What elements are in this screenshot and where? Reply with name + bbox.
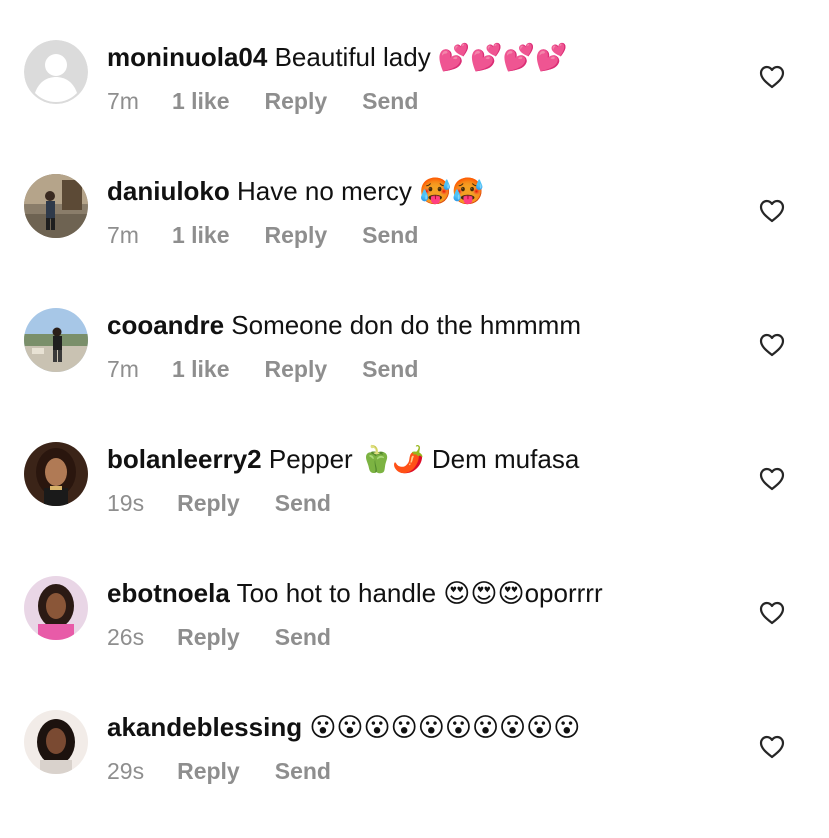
user-avatar[interactable] — [24, 576, 88, 640]
comment-time: 7m — [107, 222, 139, 248]
send-button[interactable]: Send — [362, 88, 418, 115]
reply-button[interactable]: Reply — [265, 356, 328, 383]
comment-time: 7m — [107, 88, 139, 114]
comment-username[interactable]: akandeblessing — [107, 712, 302, 742]
send-button[interactable]: Send — [275, 758, 331, 785]
send-button[interactable]: Send — [275, 624, 331, 651]
comment-text: Have no mercy 🥵🥵 — [237, 176, 484, 206]
comment-text: Too hot to handle 😍😍😍oporrrr — [236, 578, 603, 608]
user-avatar[interactable] — [24, 442, 88, 506]
heart-outline-icon[interactable] — [759, 333, 785, 357]
send-button[interactable]: Send — [362, 356, 418, 383]
comment-text: 😮😮😮😮😮😮😮😮😮😮 — [309, 712, 581, 742]
reply-button[interactable]: Reply — [265, 222, 328, 249]
comment-username[interactable]: daniuloko — [107, 176, 230, 206]
likes-count-link[interactable]: 1 like — [172, 222, 230, 249]
send-button[interactable]: Send — [362, 222, 418, 249]
comment-username[interactable]: cooandre — [107, 310, 224, 340]
reply-button[interactable]: Reply — [177, 758, 240, 785]
heart-outline-icon[interactable] — [759, 601, 785, 625]
reply-button[interactable]: Reply — [177, 490, 240, 517]
comment-time: 7m — [107, 356, 139, 382]
heart-outline-icon[interactable] — [759, 467, 785, 491]
comment-text: Someone don do the hmmmm — [231, 310, 581, 340]
heart-outline-icon[interactable] — [759, 735, 785, 759]
send-button[interactable]: Send — [275, 490, 331, 517]
comment-username[interactable]: moninuola04 — [107, 42, 267, 72]
reply-button[interactable]: Reply — [265, 88, 328, 115]
user-avatar[interactable] — [24, 308, 88, 372]
user-avatar[interactable] — [24, 174, 88, 238]
likes-count-link[interactable]: 1 like — [172, 356, 230, 383]
comment-time: 29s — [107, 758, 145, 784]
heart-outline-icon[interactable] — [759, 199, 785, 223]
reply-button[interactable]: Reply — [177, 624, 240, 651]
default-avatar-icon[interactable] — [24, 40, 88, 104]
comment-time: 26s — [107, 624, 145, 650]
comment-username[interactable]: bolanleerry2 — [107, 444, 262, 474]
comment-text: Beautiful lady 💕💕💕💕 — [274, 42, 568, 72]
heart-outline-icon[interactable] — [759, 65, 785, 89]
comment-username[interactable]: ebotnoela — [107, 578, 230, 608]
user-avatar[interactable] — [24, 710, 88, 774]
likes-count-link[interactable]: 1 like — [172, 88, 230, 115]
comment-text: Pepper 🫑🌶️ Dem mufasa — [268, 444, 580, 474]
comment-time: 19s — [107, 490, 145, 516]
